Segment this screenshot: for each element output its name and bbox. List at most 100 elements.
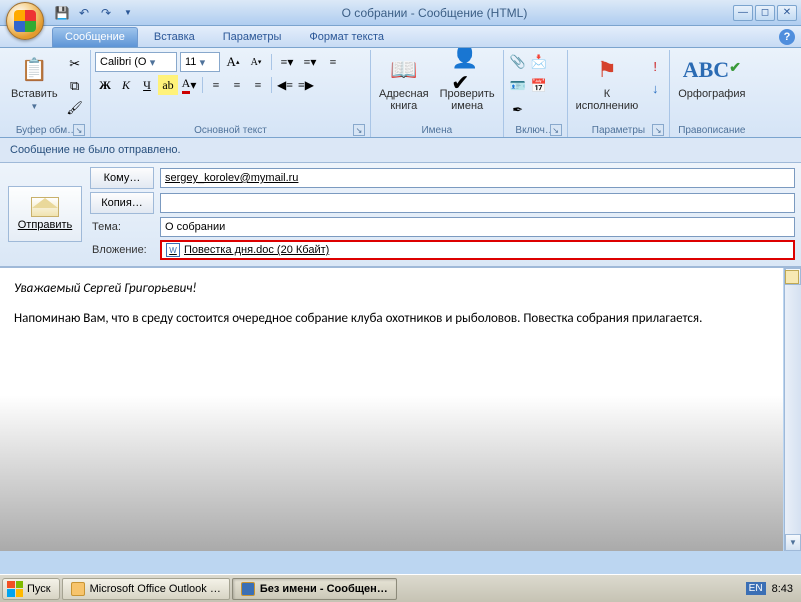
- taskbar-item-outlook[interactable]: Microsoft Office Outlook …: [62, 578, 230, 600]
- body-paragraph: Напоминаю Вам, что в среду состоится оче…: [14, 310, 769, 328]
- grow-font-icon[interactable]: A▴: [223, 52, 243, 72]
- group-clipboard: 📋 Вставить ▼ ✂ ⧉ 🖌 Буфер обм…↘: [3, 50, 91, 137]
- align-center-icon[interactable]: ≡: [227, 75, 247, 95]
- scroll-track[interactable]: [785, 285, 801, 534]
- dialog-launcher-icon[interactable]: ↘: [353, 124, 365, 136]
- paste-icon: 📋: [18, 54, 50, 86]
- message-header: Отправить Кому… sergey_korolev@mymail.ru…: [0, 163, 801, 267]
- vertical-scrollbar[interactable]: ▲ ▼: [784, 268, 801, 551]
- tab-message[interactable]: Сообщение: [52, 27, 138, 47]
- window-controls: — ◻ ✕: [733, 5, 797, 21]
- font-size-combo[interactable]: 11▾: [180, 52, 220, 72]
- tab-format[interactable]: Формат текста: [297, 28, 396, 47]
- business-card-icon[interactable]: 🪪: [508, 76, 528, 96]
- calendar-icon[interactable]: 📅: [529, 76, 549, 96]
- low-importance-icon[interactable]: ↓: [645, 78, 665, 98]
- group-label-proofing: Правописание: [674, 123, 749, 137]
- attach-item-icon[interactable]: 📩: [529, 52, 549, 72]
- address-book-icon: 📖: [388, 54, 420, 86]
- spellcheck-icon: ABC✔: [696, 54, 728, 86]
- scroll-down-icon[interactable]: ▼: [785, 534, 801, 551]
- message-body[interactable]: Уважаемый Сергей Григорьевич! Напоминаю …: [0, 268, 783, 551]
- attachment-field[interactable]: W Повестка дня.doc (20 Кбайт): [160, 240, 795, 260]
- message-body-area: Уважаемый Сергей Григорьевич! Напоминаю …: [0, 267, 801, 551]
- signature-icon[interactable]: ✒: [508, 100, 528, 120]
- envelope-icon: [31, 197, 59, 217]
- decrease-indent-icon[interactable]: ◀≡: [275, 75, 295, 95]
- cc-field[interactable]: [160, 193, 795, 213]
- bold-icon[interactable]: Ж: [95, 75, 115, 95]
- cc-button[interactable]: Копия…: [90, 192, 154, 214]
- to-button[interactable]: Кому…: [90, 167, 154, 189]
- outlook-icon: [71, 582, 85, 596]
- system-tray: EN 8:43: [740, 582, 799, 595]
- tab-options[interactable]: Параметры: [211, 28, 294, 47]
- chevron-down-icon: ▼: [30, 102, 38, 111]
- multilevel-icon[interactable]: ≡: [323, 52, 343, 72]
- align-right-icon[interactable]: ≡: [248, 75, 268, 95]
- subject-label: Тема:: [90, 221, 154, 233]
- attachment-filename: Повестка дня.doc (20 Кбайт): [184, 244, 329, 256]
- numbering-icon[interactable]: ≡▾: [300, 52, 320, 72]
- group-include: 📎 📩 🪪 📅 ✒ Включ…↘: [504, 50, 568, 137]
- group-label-font: Основной текст↘: [95, 123, 366, 137]
- subject-field[interactable]: О собрании: [160, 217, 795, 237]
- office-button[interactable]: [6, 2, 44, 40]
- send-button[interactable]: Отправить: [8, 186, 82, 242]
- close-button[interactable]: ✕: [777, 5, 797, 21]
- group-proofing: ABC✔ Орфография Правописание: [670, 50, 753, 137]
- dialog-launcher-icon[interactable]: ↘: [550, 124, 562, 136]
- format-painter-icon[interactable]: 🖌: [65, 98, 85, 118]
- taskbar-item-message[interactable]: Без имени - Сообщен…: [232, 578, 397, 600]
- undo-icon[interactable]: ↶: [76, 5, 92, 21]
- start-button[interactable]: Пуск: [2, 578, 60, 600]
- window-title: О собрании - Сообщение (HTML): [136, 6, 733, 20]
- check-names-icon: 👤✔: [451, 54, 483, 86]
- cut-icon[interactable]: ✂: [65, 54, 85, 74]
- group-label-clipboard: Буфер обм…↘: [7, 123, 86, 137]
- bullets-icon[interactable]: ≡▾: [277, 52, 297, 72]
- redo-icon[interactable]: ↷: [98, 5, 114, 21]
- body-greeting: Уважаемый Сергей Григорьевич!: [14, 281, 197, 296]
- save-icon[interactable]: 💾: [54, 5, 70, 21]
- dialog-launcher-icon[interactable]: ↘: [652, 124, 664, 136]
- follow-up-button[interactable]: ⚑ К исполнению: [572, 52, 643, 114]
- italic-icon[interactable]: К: [116, 75, 136, 95]
- high-importance-icon[interactable]: !: [645, 56, 665, 76]
- maximize-button[interactable]: ◻: [755, 5, 775, 21]
- copy-icon[interactable]: ⧉: [65, 76, 85, 96]
- group-label-include: Включ…↘: [508, 123, 563, 137]
- info-bar: Сообщение не было отправлено.: [0, 138, 801, 163]
- attach-file-icon[interactable]: 📎: [508, 52, 528, 72]
- font-color-icon[interactable]: A▾: [179, 75, 199, 95]
- highlight-icon[interactable]: ab: [158, 75, 178, 95]
- word-doc-icon: W: [166, 243, 180, 257]
- font-name-combo[interactable]: Calibri (О▾: [95, 52, 177, 72]
- ribbon-tabs: Сообщение Вставка Параметры Формат текст…: [0, 26, 801, 48]
- increase-indent-icon[interactable]: ≡▶: [296, 75, 316, 95]
- align-left-icon[interactable]: ≡: [206, 75, 226, 95]
- help-icon[interactable]: ?: [779, 29, 795, 45]
- address-book-button[interactable]: 📖 Адресная книга: [375, 52, 433, 114]
- spelling-button[interactable]: ABC✔ Орфография: [674, 52, 749, 102]
- ruler-toggle-icon[interactable]: [785, 270, 799, 284]
- windows-logo-icon: [7, 581, 23, 597]
- flag-icon: ⚑: [591, 54, 623, 86]
- group-label-names: Имена: [375, 123, 499, 137]
- group-label-options: Параметры↘: [572, 123, 666, 137]
- paste-button[interactable]: 📋 Вставить ▼: [7, 52, 62, 113]
- group-basic-text: Calibri (О▾ 11▾ A▴ A▾ ≡▾ ≡▾ ≡ Ж К Ч ab A…: [91, 50, 371, 137]
- check-names-button[interactable]: 👤✔ Проверить имена: [436, 52, 499, 114]
- dialog-launcher-icon[interactable]: ↘: [73, 124, 85, 136]
- message-window-icon: [241, 582, 255, 596]
- taskbar: Пуск Microsoft Office Outlook … Без имен…: [0, 574, 801, 602]
- tab-insert[interactable]: Вставка: [142, 28, 207, 47]
- to-field[interactable]: sergey_korolev@mymail.ru: [160, 168, 795, 188]
- underline-icon[interactable]: Ч: [137, 75, 157, 95]
- shrink-font-icon[interactable]: A▾: [246, 52, 266, 72]
- minimize-button[interactable]: —: [733, 5, 753, 21]
- language-indicator[interactable]: EN: [746, 582, 766, 595]
- quick-access-toolbar: 💾 ↶ ↷ ▼: [54, 5, 136, 21]
- qat-dropdown-icon[interactable]: ▼: [120, 5, 136, 21]
- clock: 8:43: [772, 583, 793, 595]
